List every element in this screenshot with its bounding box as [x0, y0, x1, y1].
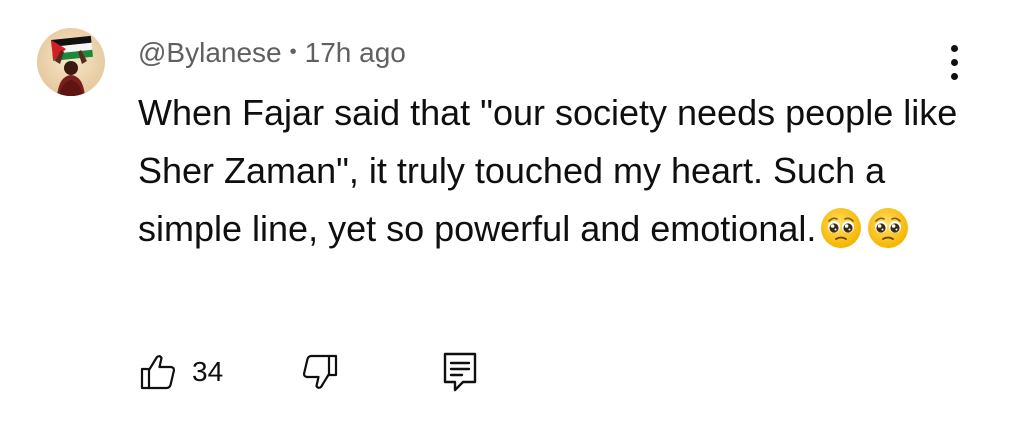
profile-avatar-flag-icon	[37, 28, 105, 96]
comment-item: @Bylanese • 17h ago When Fajar said that…	[0, 0, 1024, 434]
pleading-face-emoji-icon	[821, 208, 862, 248]
comment-meta: @Bylanese • 17h ago	[138, 34, 406, 72]
like-button[interactable]: 34	[138, 348, 223, 396]
comment-body: When Fajar said that "our society needs …	[138, 84, 968, 258]
like-count: 34	[192, 356, 224, 387]
thumbs-up-icon	[140, 355, 176, 390]
author-handle[interactable]: @Bylanese	[138, 37, 282, 69]
thumbs-down-icon	[302, 354, 338, 389]
reply-button[interactable]	[440, 348, 480, 396]
meta-separator: •	[289, 40, 297, 63]
reply-comment-icon	[443, 352, 477, 392]
dislike-button[interactable]	[296, 348, 340, 396]
more-actions-button[interactable]	[940, 40, 970, 86]
author-avatar[interactable]	[37, 28, 105, 96]
pleading-face-emoji-icon	[868, 208, 909, 248]
comment-timestamp[interactable]: 17h ago	[305, 37, 406, 69]
